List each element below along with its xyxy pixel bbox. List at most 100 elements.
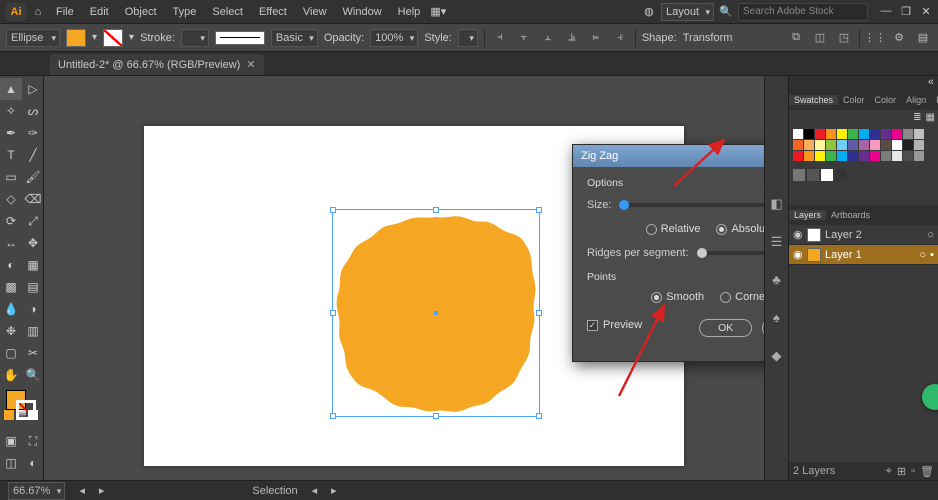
swatch-cell[interactable] [837, 129, 847, 139]
swatch-cell[interactable] [914, 140, 924, 150]
menu-select[interactable]: Select [206, 4, 249, 20]
menu-window[interactable]: Window [337, 4, 388, 20]
artboard-tool[interactable]: ▢ [0, 342, 22, 364]
workspace-switcher[interactable]: Layout [661, 3, 714, 21]
swatch-cell[interactable] [837, 140, 847, 150]
swatch-view-grid-icon[interactable]: ▦ [926, 112, 935, 123]
swatch-cell[interactable] [804, 129, 814, 139]
swatch-cell[interactable] [903, 151, 913, 161]
swatch-cell[interactable] [914, 129, 924, 139]
search-icon[interactable]: 🔍 [718, 4, 734, 20]
layer-name[interactable]: Layer 1 [825, 249, 862, 261]
swatch-cell[interactable] [892, 129, 902, 139]
status-nav-prev[interactable]: ◂ [312, 484, 318, 497]
symbols-panel-icon[interactable]: ♠ [769, 310, 785, 326]
size-slider[interactable] [619, 203, 764, 207]
hand-tool[interactable]: ✋ [0, 364, 22, 386]
stroke-swatch[interactable] [103, 29, 123, 47]
swatch-cell[interactable] [793, 129, 803, 139]
swatch-cell[interactable] [815, 129, 825, 139]
layer-row[interactable]: ◉ Layer 1 ○▪ [789, 245, 938, 265]
gradient-tool[interactable]: ▤ [22, 276, 44, 298]
free-transform-tool[interactable]: ✥ [22, 232, 44, 254]
swatch-cell[interactable] [903, 140, 913, 150]
menu-object[interactable]: Object [119, 4, 163, 20]
menu-effect[interactable]: Effect [253, 4, 293, 20]
cancel-button[interactable]: Cancel [762, 319, 764, 337]
nav-next-icon[interactable]: ▸ [99, 484, 105, 497]
tab-artboards[interactable]: Artboards [826, 210, 875, 220]
gray-swatch-3[interactable] [821, 169, 833, 181]
rotate-tool[interactable]: ⟳ [0, 210, 22, 232]
home-icon[interactable]: ⌂ [30, 4, 46, 20]
properties-panel-icon[interactable]: ◧ [769, 196, 785, 212]
selection-tool[interactable]: ▲ [0, 78, 22, 100]
visibility-toggle-icon[interactable]: ◉ [793, 248, 803, 261]
perspective-tool[interactable]: ▦ [22, 254, 44, 276]
document-tab[interactable]: Untitled-2* @ 66.67% (RGB/Preview) ✕ [50, 54, 264, 75]
slice-tool[interactable]: ✂ [22, 342, 44, 364]
arrange-docs-icon[interactable]: ▦▾ [430, 4, 446, 20]
swatch-cell[interactable] [804, 151, 814, 161]
panel-collapse-icon[interactable]: « [928, 76, 934, 90]
swatch-cell[interactable] [848, 140, 858, 150]
swatch-cell[interactable] [815, 151, 825, 161]
panel-menu-icon[interactable]: ▤ [914, 29, 932, 47]
graphic-style[interactable] [458, 29, 478, 47]
stroke-profile[interactable] [215, 31, 265, 45]
smooth-radio[interactable]: Smooth [651, 291, 704, 303]
tab-swatches[interactable]: Swatches [789, 95, 838, 105]
swatch-cell[interactable] [848, 129, 858, 139]
align-left-icon[interactable]: ⫞ [491, 29, 509, 47]
screen-mode-normal[interactable]: ▣ [0, 430, 22, 452]
window-restore-button[interactable]: ❐ [900, 5, 912, 18]
locate-layer-icon[interactable]: ⌖ [886, 465, 892, 478]
swatch-cell[interactable] [804, 140, 814, 150]
swatch-cell[interactable] [837, 151, 847, 161]
swatch-cell[interactable] [903, 129, 913, 139]
relative-radio[interactable]: Relative [646, 223, 701, 235]
brush-definition[interactable]: Basic [271, 29, 318, 47]
menu-type[interactable]: Type [167, 4, 203, 20]
swatch-cell[interactable] [826, 151, 836, 161]
new-layer-icon[interactable]: ▫ [911, 465, 915, 478]
tab-pathfinder[interactable]: Pathfi [931, 95, 938, 105]
stock-search-input[interactable]: Search Adobe Stock [738, 3, 868, 21]
paintbrush-tool[interactable]: 🖌 [22, 166, 44, 188]
swatch-cell[interactable] [859, 129, 869, 139]
line-tool[interactable]: ╱ [22, 144, 44, 166]
blend-tool[interactable]: ◑ [22, 298, 44, 320]
align-to-icon[interactable]: ◳ [835, 29, 853, 47]
gpu-icon[interactable]: ◍ [641, 4, 657, 20]
canvas-area[interactable]: Zig Zag ✕ Options Size: 5 px Relative Ab… [44, 76, 764, 480]
swatch-cell[interactable] [859, 140, 869, 150]
swatch-cell[interactable] [793, 140, 803, 150]
zoom-level[interactable]: 66.67% [8, 482, 65, 500]
draw-mode-icon[interactable]: ◐ [22, 452, 44, 474]
direct-selection-tool[interactable]: ▷ [22, 78, 44, 100]
layer-name[interactable]: Layer 2 [825, 229, 862, 241]
swatch-cell[interactable] [892, 151, 902, 161]
swatch-cell[interactable] [914, 151, 924, 161]
gray-swatch-1[interactable] [793, 169, 805, 181]
swatches-grid[interactable] [789, 125, 938, 165]
status-nav-next[interactable]: ▸ [331, 484, 337, 497]
symbol-sprayer-tool[interactable]: ❉ [0, 320, 22, 342]
swatch-cell[interactable] [881, 140, 891, 150]
delete-layer-icon[interactable]: 🗑 [920, 465, 934, 478]
swatch-cell[interactable] [815, 140, 825, 150]
type-tool[interactable]: T [0, 144, 22, 166]
swatch-cell[interactable] [848, 151, 858, 161]
layer-target-icon[interactable]: ○ [919, 249, 926, 261]
absolute-radio[interactable]: Absolute [716, 223, 764, 235]
lasso-tool[interactable]: ᔕ [22, 100, 44, 122]
scale-tool[interactable]: ⤢ [22, 210, 44, 232]
ok-button[interactable]: OK [699, 319, 752, 337]
menu-edit[interactable]: Edit [84, 4, 115, 20]
graph-tool[interactable]: ▥ [22, 320, 44, 342]
menu-file[interactable]: File [50, 4, 80, 20]
gray-swatch-2[interactable] [807, 169, 819, 181]
tab-layers[interactable]: Layers [789, 210, 826, 220]
snap-icon[interactable]: ⋮⋮ [866, 29, 884, 47]
menu-help[interactable]: Help [392, 4, 427, 20]
